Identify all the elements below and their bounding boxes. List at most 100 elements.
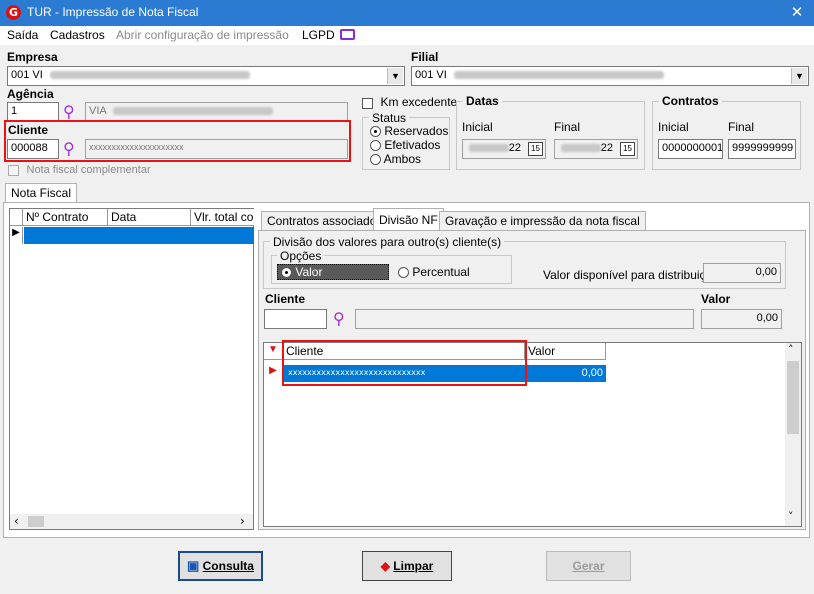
checkbox-box [8,164,19,176]
save-disk-icon: ▣ [187,558,200,573]
datas-group: Datas Inicial Final 22 15 22 15 [456,94,645,170]
valor-disponivel-label: Valor disponível para distribuição [543,268,719,282]
chevron-up-icon[interactable]: ˄ [788,343,794,356]
radio-icon [370,126,381,138]
status-option-reservados[interactable]: Reservados [370,124,448,138]
column-header-valor[interactable]: Valor [525,343,606,360]
nota-complementar-label: Nota fiscal complementar [26,164,151,176]
row-pointer-icon: ▶ [264,365,283,382]
consulta-label: Consulta [202,559,254,573]
gerar-button[interactable]: Gerar [546,551,631,581]
consulta-button[interactable]: ▣ Consulta [178,551,263,581]
status-title: Status [369,111,410,125]
opcao-label: Percentual [412,265,470,279]
menu-saida[interactable]: Saída [7,28,38,42]
tab-nota-fiscal[interactable]: Nota Fiscal [5,183,78,202]
horizontal-scrollbar[interactable]: ‹ › [10,514,253,529]
contrato-inicial-input[interactable]: 0000000001 [658,139,723,159]
km-excedente-checkbox[interactable]: Km excedente [362,95,457,109]
status-option-ambos[interactable]: Ambos [370,152,421,166]
split-cliente-label: Cliente [265,292,306,306]
cliente-name-field: xxxxxxxxxxxxxxxxxxxxx [85,139,348,159]
column-header-data[interactable]: Data [108,209,191,226]
column-header-vlr-total[interactable]: Vlr. total cor [191,209,254,226]
opcao-valor-radio[interactable]: Valor [277,264,389,280]
data-inicial-input[interactable]: 22 15 [462,139,546,159]
column-header-numero-contrato[interactable]: Nº Contrato [23,209,108,226]
scroll-thumb[interactable] [28,516,44,527]
filial-select[interactable]: 001 VI ▼ [411,66,809,86]
chevron-down-icon[interactable]: ▼ [387,68,403,84]
redacted-text [49,71,250,80]
datas-final-label: Final [554,120,581,134]
contrato-final-input[interactable]: 9999999999 [728,139,796,159]
status-option-label: Efetivados [384,138,441,152]
vertical-scrollbar[interactable]: ˄ ˅ [785,343,801,526]
filial-label: Filial [411,50,439,64]
cliente-label: Cliente [8,123,49,137]
redacted-text [113,107,274,116]
chevron-left-icon[interactable]: ‹ [14,514,19,528]
datas-title: Datas [463,94,502,108]
empresa-select[interactable]: 001 VI ▼ [7,66,405,86]
sort-indicator-icon: ▼ [264,343,283,360]
agencia-code-input[interactable]: 1 [7,102,59,122]
radio-icon [370,154,381,166]
calendar-icon[interactable]: 15 [620,142,635,156]
filial-value: 001 VI [415,69,447,81]
limpar-button[interactable]: ◆ Limpar [362,551,452,581]
table-row[interactable] [24,227,254,244]
row-pointer-icon: ▶ [10,227,23,244]
status-group: Status Reservados Efetivados Ambos [362,111,450,170]
chevron-right-icon[interactable]: › [240,514,245,528]
opcoes-title: Opções [277,249,325,263]
contratos-title: Contratos [659,94,722,108]
tab-divisao-nf[interactable]: Divisão NF [373,208,444,231]
contracts-grid: Nº Contrato Data Vlr. total cor ▶ ‹ › [9,208,254,530]
split-cliente-code-input[interactable] [264,309,327,329]
split-valor-input[interactable]: 0,00 [701,309,782,329]
split-valor-label: Valor [701,292,731,306]
opcao-percentual-radio[interactable]: Percentual [398,265,470,279]
opcoes-group: Opções Valor Percentual [271,249,512,284]
agencia-name-field: VIA [85,102,348,122]
scroll-thumb[interactable] [787,361,799,434]
search-icon[interactable]: ⚲ [333,309,345,328]
data-final-year: 22 [600,142,613,154]
chevron-down-icon[interactable]: ▼ [791,68,807,84]
split-row-valor: 0,00 [581,367,603,379]
search-icon[interactable]: ⚲ [63,102,75,121]
contratos-final-label: Final [728,120,755,134]
menu-abrir-configuracao[interactable]: Abrir configuração de impressão [116,28,289,42]
app-logo-icon: G [6,5,21,20]
menu-lgpd[interactable]: LGPD [302,28,335,42]
chevron-down-icon[interactable]: ˅ [788,510,794,523]
tab-gravacao-impressao[interactable]: Gravação e impressão da nota fiscal [439,211,646,231]
radio-icon [370,140,381,152]
menu-cadastros[interactable]: Cadastros [50,28,105,42]
monitor-icon[interactable] [340,29,355,40]
search-icon[interactable]: ⚲ [63,139,75,158]
grid-highlight-box [282,340,527,386]
title-bar: G TUR - Impressão de Nota Fiscal ✕ [0,0,814,26]
contratos-group: Contratos Inicial Final 0000000001 99999… [652,94,801,170]
window-title: TUR - Impressão de Nota Fiscal [27,5,199,19]
status-option-efetivados[interactable]: Efetivados [370,138,440,152]
calendar-icon[interactable]: 15 [528,142,543,156]
redacted-text [560,144,601,153]
status-option-label: Reservados [384,124,449,138]
limpar-label: Limpar [393,559,434,573]
agencia-name-value: VIA [89,105,107,117]
data-final-input[interactable]: 22 15 [554,139,638,159]
redacted-text [468,144,509,153]
cliente-code-input[interactable]: 000088 [7,139,59,159]
datas-inicial-label: Inicial [462,120,493,134]
status-option-label: Ambos [383,152,422,166]
row-indicator-header [10,209,23,226]
nota-complementar-checkbox[interactable]: Nota fiscal complementar [8,163,151,176]
contratos-inicial-label: Inicial [658,120,689,134]
close-icon[interactable]: ✕ [788,3,806,21]
empresa-value: 001 VI [11,69,43,81]
tab-contratos-associados[interactable]: Contratos associados [261,211,389,231]
radio-icon [398,267,409,279]
